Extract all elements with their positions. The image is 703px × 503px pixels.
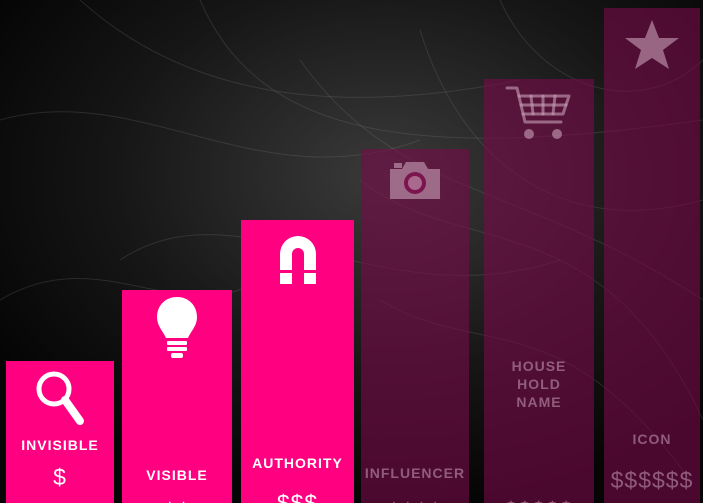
bar-price: $$$$$$ [610, 467, 694, 493]
bar-label: ICON [632, 431, 672, 447]
bar-price: $$$ [276, 489, 319, 503]
bar-3: AUTHORITY $$$ [241, 219, 354, 503]
magnifier-icon [6, 369, 114, 429]
bar-2: VISIBLE $$ [122, 290, 232, 503]
star-icon [604, 18, 700, 72]
bar-price: $$$$$ [484, 497, 594, 503]
bar-5: HOUSE HOLD NAME $$$$$ [484, 78, 594, 503]
shopping-cart-icon [484, 84, 594, 144]
bar-label: INFLUENCER [364, 465, 466, 482]
bar-price: $$ [122, 498, 232, 503]
bar-4: INFLUENCER $$$$ [361, 149, 469, 503]
bar-1: INVISIBLE $ [6, 361, 114, 503]
bar-label: VISIBLE [146, 467, 208, 484]
magnet-icon [241, 230, 354, 286]
bar-label: HOUSE HOLD NAME [511, 357, 567, 410]
bar-label: INVISIBLE [21, 437, 99, 453]
bar-label: AUTHORITY [252, 454, 343, 471]
bar-6: ICON $$$$$$ [604, 8, 700, 503]
bar-price: $ [53, 464, 67, 490]
camera-icon [361, 159, 469, 201]
bar-price: $$$$ [361, 498, 469, 503]
lightbulb-icon [122, 295, 232, 359]
